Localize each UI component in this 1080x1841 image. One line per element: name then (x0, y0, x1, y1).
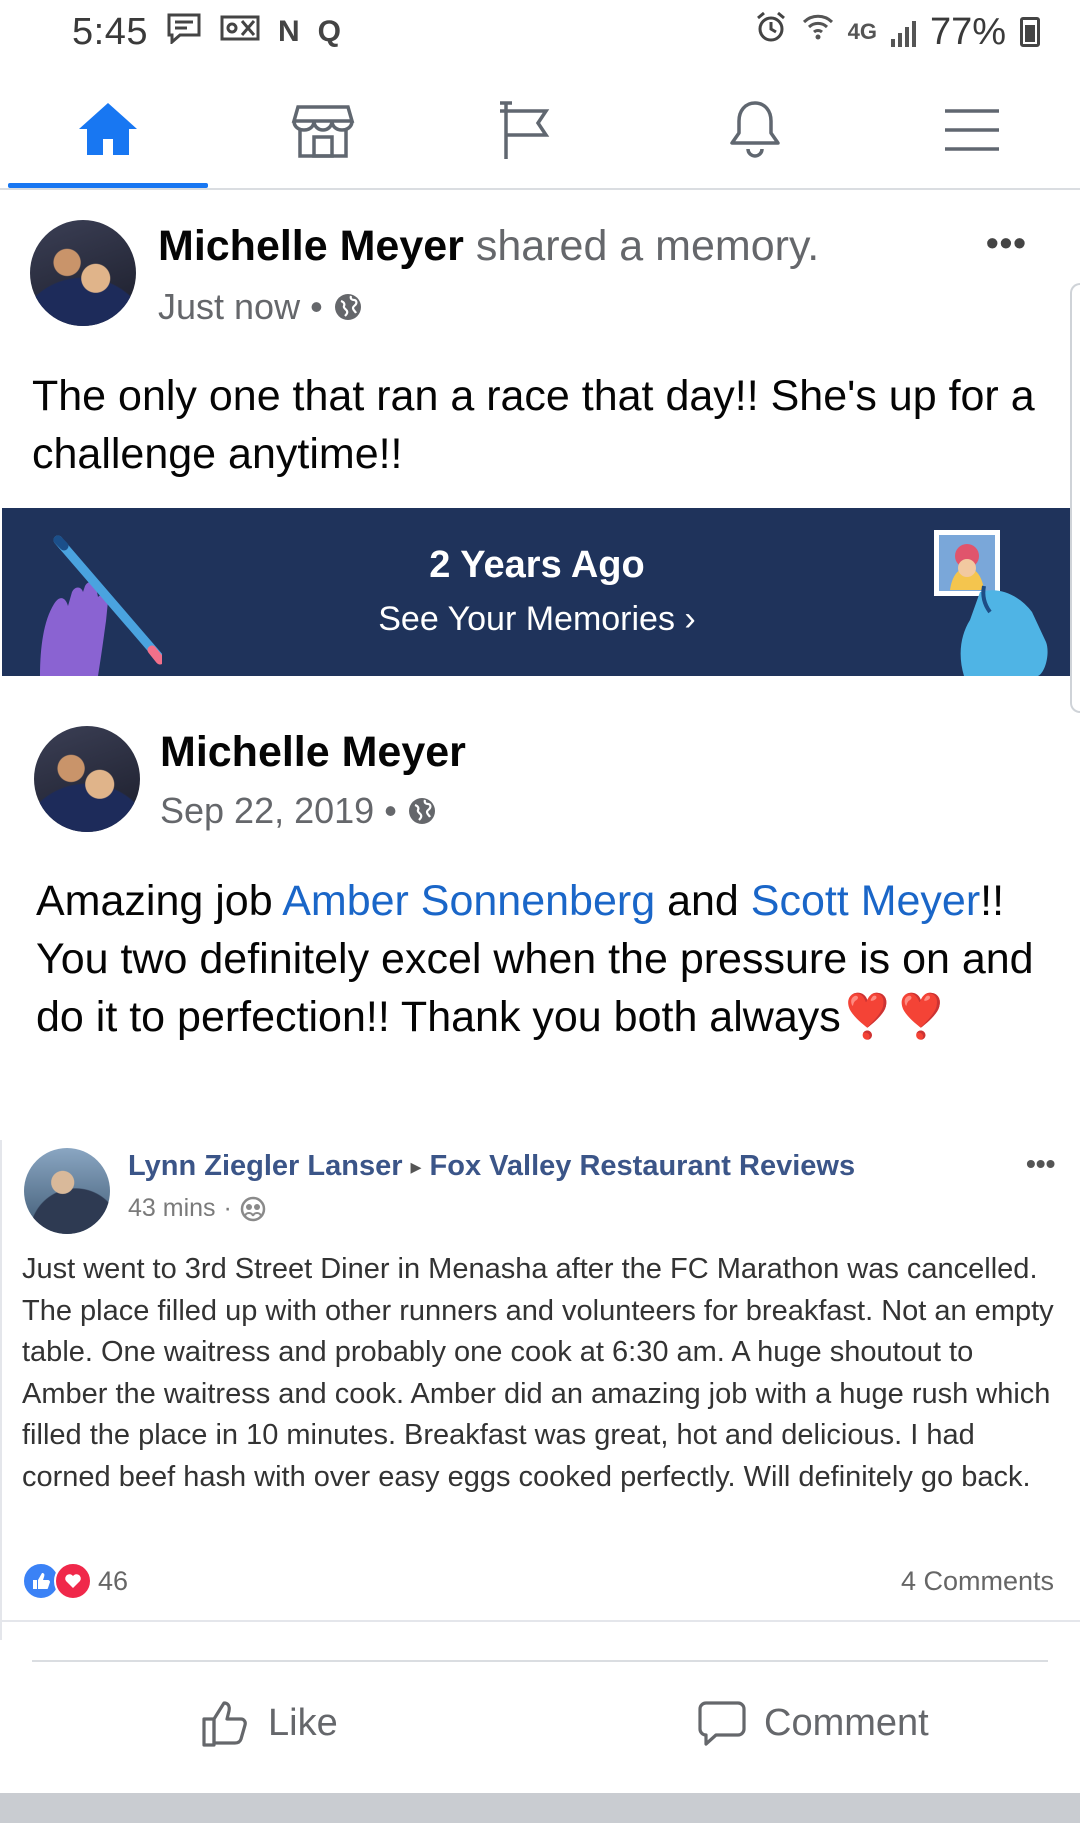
photo-hand-illustration (934, 530, 1048, 676)
like-thumb-icon (202, 1701, 247, 1747)
post-author-avatar[interactable] (30, 220, 136, 326)
heart-exclamation-emoji: ❣️❣️ (840, 993, 948, 1041)
shared-post-text-part2: and (655, 877, 751, 925)
globe-icon (334, 294, 361, 320)
feed-separator (0, 1793, 1080, 1823)
embedded-post-border (0, 1140, 2, 1640)
status-bar: 5:45 N Q 4G 77% (0, 0, 1080, 64)
post-time[interactable]: Just now (158, 286, 300, 328)
embedded-group-name: Fox Valley Restaurant Reviews (429, 1150, 856, 1182)
shared-post-text-part1: Amazing job (36, 877, 283, 925)
shared-post-author-avatar[interactable] (34, 726, 140, 832)
status-time: 5:45 (72, 10, 148, 53)
embedded-post-time: 43 mins (128, 1194, 216, 1222)
top-navigation (0, 72, 1080, 190)
nav-menu[interactable] (872, 72, 1072, 188)
post-more-button[interactable]: ••• (986, 222, 1027, 264)
like-label: Like (268, 1701, 338, 1744)
memories-banner[interactable]: 2 Years Ago See Your Memories › (2, 508, 1072, 676)
post-text: The only one that ran a race that day!! … (32, 372, 1035, 478)
mention-scott[interactable]: Scott Meyer (751, 877, 980, 925)
nav-pages[interactable] (423, 72, 623, 188)
love-reaction-icon (54, 1562, 92, 1600)
pages-flag-icon (500, 101, 550, 159)
nav-active-indicator (8, 183, 208, 188)
voicemail-icon (220, 13, 260, 51)
nav-home[interactable] (8, 72, 208, 188)
group-privacy-icon (240, 1196, 266, 1221)
shared-post-date[interactable]: Sep 22, 2019 (160, 790, 374, 832)
embedded-post-meta: 43 mins · (128, 1194, 266, 1223)
embedded-arrow-icon: ▸ (410, 1153, 422, 1179)
like-button[interactable]: Like (200, 1690, 338, 1756)
embedded-more-icon: ••• (1026, 1148, 1056, 1179)
marketplace-icon (291, 105, 355, 158)
battery-percent: 77% (929, 10, 1006, 53)
embedded-divider (0, 1620, 1080, 1622)
embedded-post-text: Just went to 3rd Street Diner in Menasha… (22, 1253, 1054, 1493)
globe-icon (408, 798, 435, 824)
nav-notifications[interactable] (655, 72, 855, 188)
chevron-right-icon: › (684, 600, 696, 638)
nav-marketplace[interactable] (223, 72, 423, 188)
battery-icon (1020, 17, 1040, 47)
memories-link-label: See Your Memories (378, 600, 675, 638)
memories-link[interactable]: See Your Memories › (2, 600, 1072, 639)
alarm-icon (754, 10, 788, 54)
home-icon (79, 103, 137, 155)
action-divider (32, 1660, 1048, 1662)
embedded-author-avatar (24, 1148, 110, 1234)
embedded-comment-count: 4 Comments (900, 1566, 1054, 1596)
comment-label: Comment (764, 1701, 929, 1744)
shared-post-author-name[interactable]: Michelle Meyer (160, 728, 466, 777)
message-icon (166, 12, 202, 52)
status-left: 5:45 N Q (72, 11, 341, 54)
wifi-icon (802, 10, 834, 54)
mention-amber[interactable]: Amber Sonnenberg (282, 877, 655, 925)
menu-icon (945, 109, 999, 151)
meta-separator: · (223, 1194, 232, 1222)
scroll-edge-indicator (1070, 283, 1080, 713)
comment-button[interactable]: Comment (696, 1690, 929, 1756)
post-header-line: Michelle Meyer shared a memory. (158, 222, 819, 271)
notifications-bell-icon (730, 101, 780, 158)
q-icon: Q (317, 15, 341, 48)
embedded-reaction-count: 46 (98, 1565, 129, 1596)
embedded-author-name: Lynn Ziegler Lanser (128, 1150, 403, 1182)
shared-post-text: Amazing job Amber Sonnenberg and Scott M… (36, 872, 1056, 1046)
memories-title: 2 Years Ago (429, 544, 645, 586)
network-type: 4G (847, 19, 877, 44)
post-author-name[interactable]: Michelle Meyer (158, 222, 464, 270)
n-icon: N (277, 15, 300, 48)
comment-bubble-icon (698, 1701, 746, 1746)
meta-separator: • (384, 790, 397, 831)
status-right: 4G 77% (754, 10, 1040, 54)
shared-post-meta: Sep 22, 2019 • (160, 790, 437, 832)
post-meta: Just now • (158, 286, 363, 328)
meta-separator: • (310, 286, 323, 327)
embedded-author-line: Lynn Ziegler Lanser ▸ Fox Valley Restaur… (128, 1150, 855, 1183)
post-action-text: shared a memory. (475, 222, 820, 270)
embedded-reactions: 46 (22, 1562, 128, 1600)
signal-icon (890, 17, 916, 47)
